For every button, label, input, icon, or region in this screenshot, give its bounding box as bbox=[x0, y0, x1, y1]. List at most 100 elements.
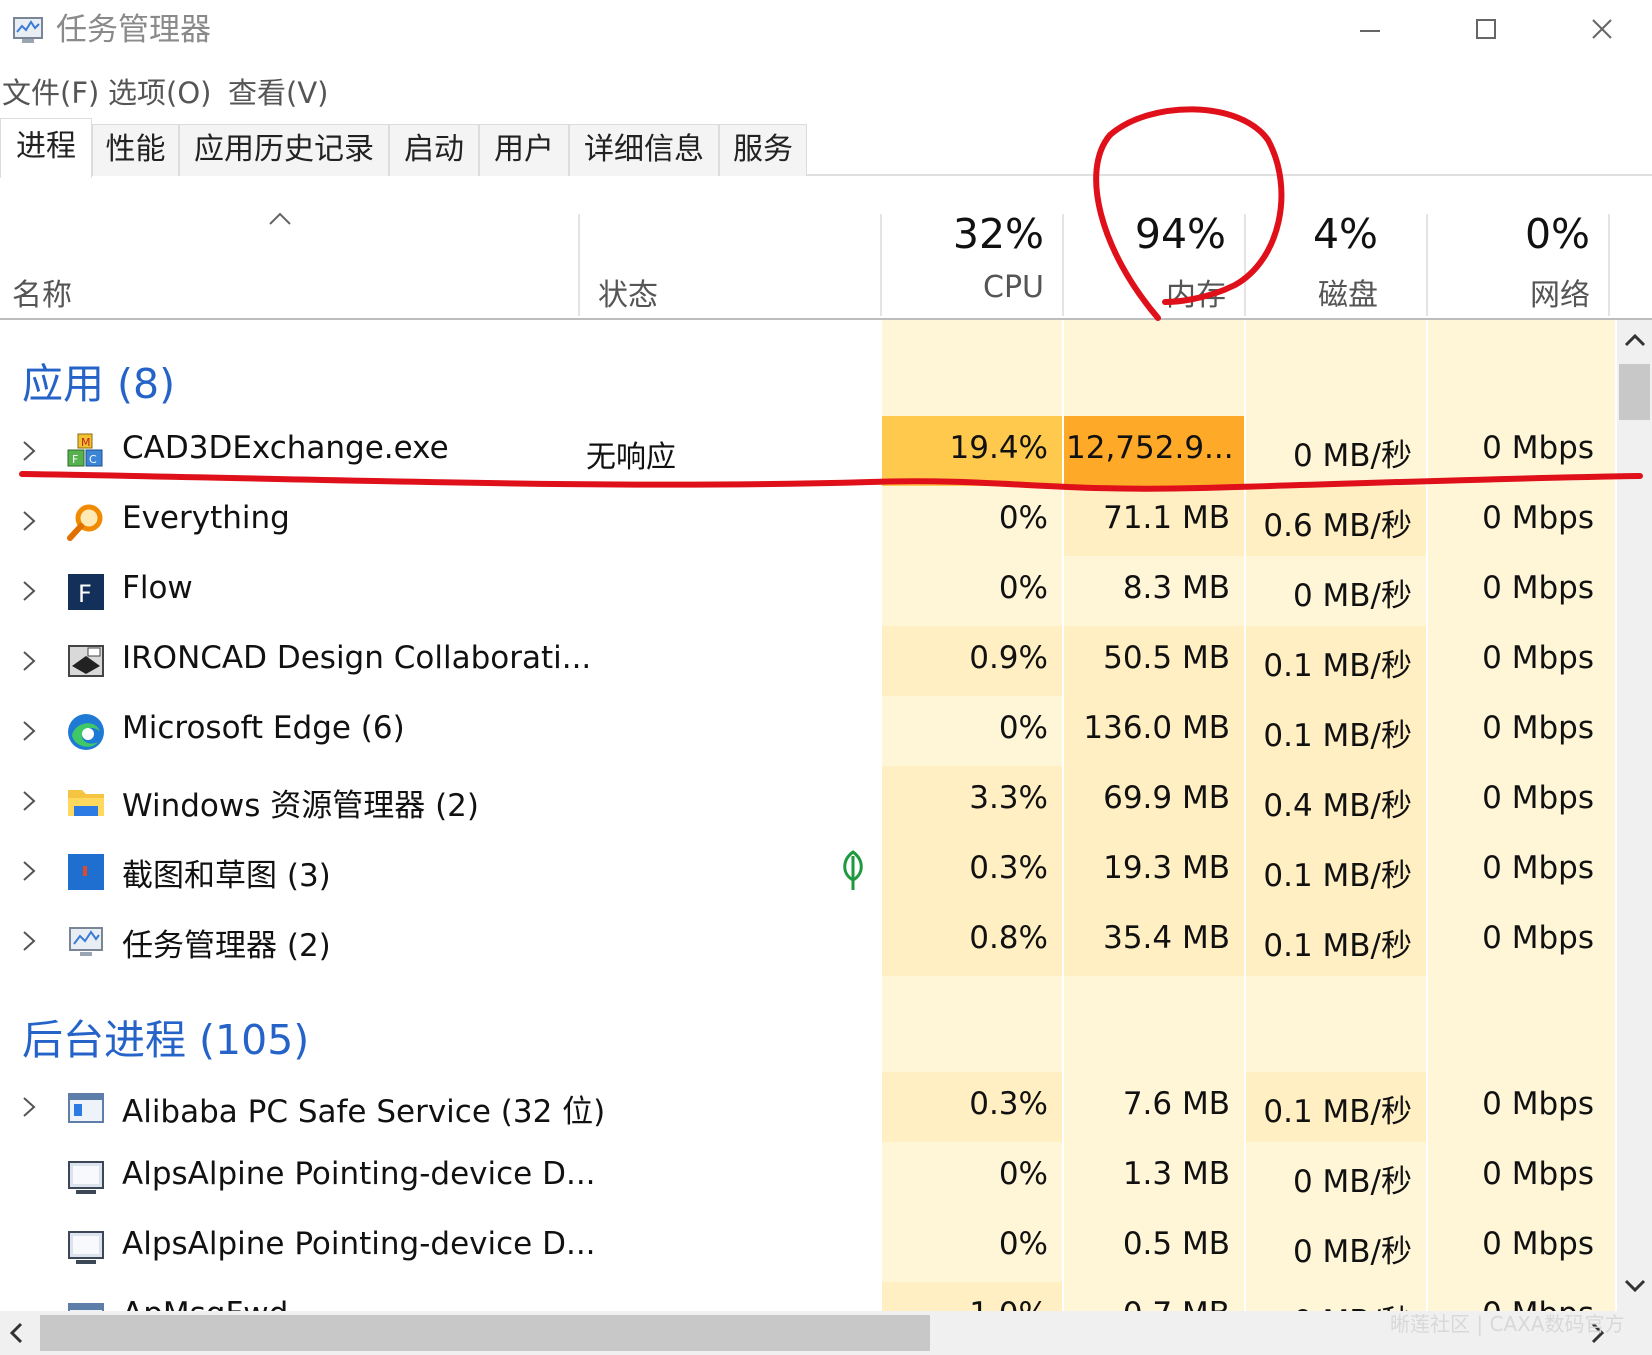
process-row[interactable]: AlpsAlpine Pointing-device D... 0% 1.3 M… bbox=[0, 1142, 1615, 1212]
column-divider[interactable] bbox=[578, 214, 580, 316]
tab-startup[interactable]: 启动 bbox=[389, 124, 479, 176]
process-network: 0 Mbps bbox=[1482, 1226, 1594, 1262]
menu-view[interactable]: 查看(V) bbox=[228, 70, 328, 112]
process-name: AlpsAlpine Pointing-device D... bbox=[122, 1156, 596, 1192]
process-cpu: 0.8% bbox=[969, 920, 1048, 956]
column-disk[interactable]: 磁盘 bbox=[1248, 270, 1378, 314]
column-divider[interactable] bbox=[1062, 214, 1064, 316]
process-row[interactable]: Everything 0% 71.1 MB 0.6 MB/秒 0 Mbps bbox=[0, 486, 1615, 556]
process-cpu: 0.3% bbox=[969, 1086, 1048, 1122]
process-row[interactable]: Alibaba PC Safe Service (32 位) 0.3% 7.6 … bbox=[0, 1072, 1615, 1142]
network-total[interactable]: 0% bbox=[1430, 210, 1590, 258]
process-memory: 0.5 MB bbox=[1122, 1226, 1230, 1262]
column-divider[interactable] bbox=[1426, 214, 1428, 316]
group-apps-title: 应用 (8) bbox=[22, 360, 176, 408]
process-cpu: 0% bbox=[998, 570, 1048, 606]
task-manager-icon bbox=[69, 927, 103, 956]
group-background-title: 后台进程 (105) bbox=[22, 1016, 310, 1064]
process-disk: 0 MB/秒 bbox=[1292, 438, 1412, 474]
process-name: Microsoft Edge (6) bbox=[122, 710, 405, 746]
process-disk: 0 MB/秒 bbox=[1248, 1296, 1412, 1311]
process-row[interactable]: M F C CAD3DExchange.exe 无响应 19.4% 12,752… bbox=[0, 416, 1615, 486]
process-disk: 0 MB/秒 bbox=[1292, 1164, 1412, 1200]
process-row[interactable]: IRONCAD Design Collaborati... 0.9% 50.5 … bbox=[0, 626, 1615, 696]
vertical-scroll-thumb[interactable] bbox=[1619, 364, 1650, 420]
tab-app-history[interactable]: 应用历史记录 bbox=[179, 124, 389, 176]
process-cpu: 0% bbox=[998, 1156, 1048, 1192]
column-network[interactable]: 网络 bbox=[1430, 270, 1590, 314]
vertical-scrollbar[interactable] bbox=[1617, 320, 1652, 1311]
column-cpu[interactable]: CPU bbox=[884, 270, 1044, 305]
process-network: 0 Mbps bbox=[1482, 780, 1594, 816]
column-divider[interactable] bbox=[1608, 214, 1610, 316]
menu-file[interactable]: 文件(F) bbox=[2, 70, 99, 112]
memory-total[interactable]: 94% bbox=[1066, 210, 1226, 258]
process-list: 应用 (8) 后台进程 (105) M F C CAD3DExchange.ex… bbox=[0, 320, 1652, 1311]
scroll-down-icon[interactable] bbox=[1623, 1276, 1647, 1296]
cpu-total[interactable]: 32% bbox=[884, 210, 1044, 258]
process-cpu: 3.3% bbox=[969, 780, 1048, 816]
maximize-button[interactable] bbox=[1456, 6, 1516, 54]
process-row[interactable]: ApMsgFwd 1.0% 0.7 MB 0 MB/秒 0 Mbps bbox=[0, 1282, 1615, 1311]
disk-total[interactable]: 4% bbox=[1248, 210, 1378, 258]
edge-icon bbox=[68, 714, 104, 750]
process-row[interactable]: Microsoft Edge (6) 0% 136.0 MB 0.1 MB/秒 … bbox=[0, 696, 1615, 766]
process-memory: 35.4 MB bbox=[1103, 920, 1230, 956]
scroll-up-icon[interactable] bbox=[1623, 330, 1647, 350]
expand-chevron-icon[interactable] bbox=[18, 646, 40, 676]
process-row[interactable]: F Flow 0% 8.3 MB 0 MB/秒 0 Mbps bbox=[0, 556, 1615, 626]
process-memory: 0.7 MB bbox=[1066, 1296, 1230, 1311]
minimize-button[interactable] bbox=[1340, 6, 1400, 54]
process-row[interactable]: AlpsAlpine Pointing-device D... 0% 0.5 M… bbox=[0, 1212, 1615, 1282]
tab-users[interactable]: 用户 bbox=[479, 124, 569, 176]
process-name: IRONCAD Design Collaborati... bbox=[122, 640, 592, 676]
process-cpu: 0% bbox=[998, 710, 1048, 746]
expand-chevron-icon[interactable] bbox=[18, 576, 40, 606]
process-disk: 0.1 MB/秒 bbox=[1263, 928, 1412, 964]
tab-bar: 进程 性能 应用历史记录 启动 用户 详细信息 服务 bbox=[0, 114, 1652, 178]
process-name: Alibaba PC Safe Service (32 位) bbox=[122, 1094, 606, 1130]
process-network: 0 Mbps bbox=[1482, 710, 1594, 746]
process-cpu: 0.3% bbox=[969, 850, 1048, 886]
tab-processes[interactable]: 进程 bbox=[0, 118, 92, 178]
horizontal-scroll-thumb[interactable] bbox=[40, 1315, 930, 1351]
folder-icon bbox=[68, 790, 104, 816]
column-divider[interactable] bbox=[1244, 214, 1246, 316]
process-row[interactable]: 截图和草图 (3) 0.3% 19.3 MB 0.1 MB/秒 0 Mbps bbox=[0, 836, 1615, 906]
process-row[interactable]: 任务管理器 (2) 0.8% 35.4 MB 0.1 MB/秒 0 Mbps bbox=[0, 906, 1615, 976]
magnifier-icon bbox=[67, 504, 103, 541]
flow-icon: F bbox=[68, 574, 104, 610]
expand-chevron-icon[interactable] bbox=[18, 1092, 40, 1122]
close-button[interactable] bbox=[1572, 6, 1632, 54]
process-network: 0 Mbps bbox=[1482, 570, 1594, 606]
column-name[interactable]: 名称 bbox=[12, 270, 72, 314]
expand-chevron-icon[interactable] bbox=[18, 506, 40, 536]
service-window-icon bbox=[68, 1093, 104, 1123]
menu-options[interactable]: 选项(O) bbox=[108, 70, 211, 112]
tab-performance[interactable]: 性能 bbox=[92, 124, 179, 176]
process-network: 0 Mbps bbox=[1482, 920, 1594, 956]
column-header: 名称 状态 32% CPU 94% 内存 4% 磁盘 0% 网络 bbox=[0, 178, 1652, 320]
expand-chevron-icon[interactable] bbox=[18, 716, 40, 746]
process-name: Windows 资源管理器 (2) bbox=[122, 788, 479, 824]
svg-text:M: M bbox=[81, 436, 91, 449]
process-memory: 8.3 MB bbox=[1122, 570, 1230, 606]
process-memory: 7.6 MB bbox=[1122, 1086, 1230, 1122]
tab-services[interactable]: 服务 bbox=[719, 124, 807, 176]
tab-details[interactable]: 详细信息 bbox=[569, 124, 719, 176]
expand-chevron-icon[interactable] bbox=[18, 856, 40, 886]
expand-chevron-icon[interactable] bbox=[18, 926, 40, 956]
column-divider[interactable] bbox=[880, 214, 882, 316]
expand-chevron-icon[interactable] bbox=[18, 786, 40, 816]
process-name: 截图和草图 (3) bbox=[122, 858, 331, 894]
scroll-left-icon[interactable] bbox=[6, 1321, 26, 1345]
process-row[interactable]: Windows 资源管理器 (2) 3.3% 69.9 MB 0.4 MB/秒 … bbox=[0, 766, 1615, 836]
expand-chevron-icon[interactable] bbox=[18, 436, 40, 466]
process-memory: 50.5 MB bbox=[1103, 640, 1230, 676]
process-name: ApMsgFwd bbox=[122, 1296, 288, 1311]
svg-text:C: C bbox=[89, 453, 97, 466]
column-memory[interactable]: 内存 bbox=[1066, 270, 1226, 314]
process-memory: 69.9 MB bbox=[1103, 780, 1230, 816]
column-status[interactable]: 状态 bbox=[598, 270, 658, 314]
sort-ascending-icon bbox=[269, 212, 291, 225]
